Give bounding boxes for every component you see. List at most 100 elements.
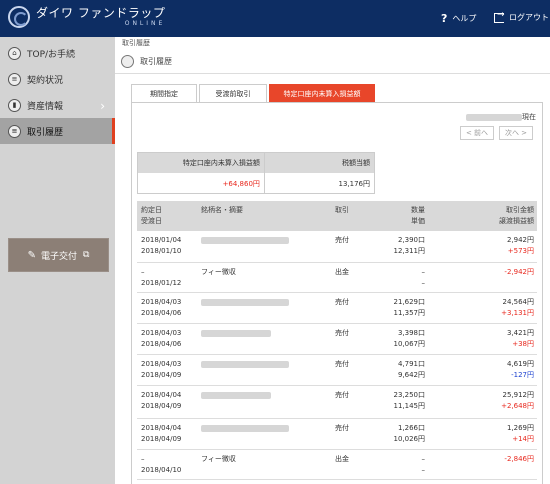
prev-page-button[interactable]: < 前へ xyxy=(460,126,494,140)
sidebar-item-top[interactable]: ⌂ TOP/お手続 xyxy=(0,40,115,66)
unit-price: 10,026円 xyxy=(393,435,426,443)
trade-date: – xyxy=(141,455,145,463)
trade-date: 2018/04/04 xyxy=(141,391,182,399)
redacted-fund-name xyxy=(201,237,289,244)
trade-type: 売付 xyxy=(335,329,349,337)
settle-date: 2018/04/06 xyxy=(141,309,182,317)
redacted-date xyxy=(466,113,522,121)
header-name: 銘柄名・摘要 xyxy=(201,206,243,214)
quantity: 23,250口 xyxy=(393,391,426,399)
unit-price: 12,311円 xyxy=(393,247,426,255)
electronic-delivery-label: 電子交付 xyxy=(40,251,77,262)
tab-unrealized[interactable]: 特定口座内未算入損益額 xyxy=(269,84,375,102)
sidebar: ⌂ TOP/お手続 ≡ 契約状況 ▮ 資産情報 › ≡ 取引履歴 ✎ 電子交付 … xyxy=(0,37,115,484)
unit-price: 10,067円 xyxy=(393,340,426,348)
external-window-icon: ⧉ xyxy=(82,250,90,260)
tab-bar: 期間指定 受渡前取引 特定口座内未算入損益額 xyxy=(131,84,377,102)
as-of-date: 現在 xyxy=(466,112,536,122)
sidebar-item-assets[interactable]: ▮ 資産情報 › xyxy=(0,92,115,118)
redacted-fund-name xyxy=(201,361,289,368)
quantity: 3,398口 xyxy=(397,329,425,337)
top-header: ダイワ ファンドラップ ONLINE ? ヘルプ ログアウト xyxy=(0,0,550,37)
quantity: 1,266口 xyxy=(397,424,425,432)
trade-date: 2018/04/03 xyxy=(141,298,182,306)
history-icon: ≡ xyxy=(8,124,21,138)
sidebar-item-label: TOP/お手続 xyxy=(27,49,76,60)
unit-price: 9,642円 xyxy=(397,371,425,379)
redacted-fund-name xyxy=(201,392,271,399)
unit-price: 11,357円 xyxy=(393,309,426,317)
quantity: – xyxy=(421,268,426,276)
summary-value-gain: +64,860円 xyxy=(222,179,260,188)
header-settle-date: 受渡日 xyxy=(141,217,162,225)
trade-type: 売付 xyxy=(335,424,349,432)
header-qty: 数量 xyxy=(411,206,425,214)
header-trade-date: 約定日 xyxy=(141,206,162,214)
contract-icon: ≡ xyxy=(8,72,21,86)
logo[interactable]: ダイワ ファンドラップ ONLINE xyxy=(8,6,165,28)
table-row: 2018/04/03 2018/04/06 売付 3,398口 10,067円 3,421… xyxy=(137,324,537,355)
trade-date: – xyxy=(141,268,145,276)
next-page-button[interactable]: 次へ > xyxy=(499,126,533,140)
trade-date: 2018/04/03 xyxy=(141,360,182,368)
help-icon: ? xyxy=(441,12,448,25)
trade-type: 出金 xyxy=(335,268,349,276)
table-row: – 2018/01/12 フィー徴収 出金 – – -2,942円 xyxy=(137,263,537,293)
settle-date: 2018/04/10 xyxy=(141,466,182,474)
settle-date: 2018/01/10 xyxy=(141,247,182,255)
table-row: – 2018/04/10 フィー徴収 出金 – – -2,846円 xyxy=(137,450,537,480)
settle-date: 2018/04/09 xyxy=(141,402,182,410)
sidebar-item-label: 契約状況 xyxy=(27,75,64,86)
trade-amount: 24,564円 xyxy=(502,298,535,306)
gain-loss: -2,846円 xyxy=(504,455,534,463)
tab-pending[interactable]: 受渡前取引 xyxy=(199,84,267,102)
logout-icon xyxy=(494,10,505,23)
gain-loss: -2,942円 xyxy=(504,268,534,276)
settle-date: 2018/04/09 xyxy=(141,435,182,443)
table-body: 2018/01/04 2018/01/10 売付 2,390口 12,311円 2,942… xyxy=(137,231,537,480)
summary-header-tax: 税額当額 xyxy=(263,153,374,173)
sidebar-item-label: 資産情報 xyxy=(27,101,64,112)
as-of-label: 現在 xyxy=(522,113,536,121)
help-link[interactable]: ? ヘルプ xyxy=(441,12,476,25)
table-row: 2018/04/04 2018/04/09 売付 23,250口 11,145円 25,9… xyxy=(137,386,537,419)
trade-type: 出金 xyxy=(335,455,349,463)
gain-loss: +2,648円 xyxy=(501,402,534,410)
sidebar-item-label: 取引履歴 xyxy=(27,127,64,138)
unit-price: 11,145円 xyxy=(393,402,426,410)
trade-amount: 4,619円 xyxy=(506,360,534,368)
logo-main-text: ダイワ ファンドラップ xyxy=(36,6,166,20)
trade-date: 2018/04/04 xyxy=(141,424,182,432)
sidebar-item-contract[interactable]: ≡ 契約状況 xyxy=(0,66,115,92)
table-row: 2018/01/04 2018/01/10 売付 2,390口 12,311円 2,942… xyxy=(137,231,537,263)
home-icon: ⌂ xyxy=(8,46,21,60)
unit-price: – xyxy=(421,279,426,287)
header-amount: 取引金額 xyxy=(506,206,534,214)
gain-loss: +14円 xyxy=(512,435,534,443)
summary-header-gain: 特定口座内未算入損益額 xyxy=(182,159,260,167)
sidebar-item-history[interactable]: ≡ 取引履歴 xyxy=(0,118,115,144)
logo-sub-text: ONLINE xyxy=(124,20,166,27)
fund-name: フィー徴収 xyxy=(201,268,236,276)
gain-loss: -127円 xyxy=(511,371,534,379)
history-table: 約定日 受渡日 銘柄名・摘要 取引 数量 単価 取引金額 譲渡損益額 2018/… xyxy=(137,201,537,480)
redacted-fund-name xyxy=(201,330,271,337)
help-label: ヘルプ xyxy=(452,14,477,23)
trade-date: 2018/04/03 xyxy=(141,329,182,337)
tab-period[interactable]: 期間指定 xyxy=(131,84,197,102)
logout-link[interactable]: ログアウト xyxy=(494,10,549,23)
trade-amount: 1,269円 xyxy=(506,424,534,432)
gain-loss: +38円 xyxy=(512,340,534,348)
header-type: 取引 xyxy=(335,206,349,214)
fund-name: フィー徴収 xyxy=(201,455,236,463)
gain-loss: +573円 xyxy=(507,247,534,255)
quantity: 4,791口 xyxy=(397,360,425,368)
settle-date: 2018/01/12 xyxy=(141,279,182,287)
breadcrumb: 取引履歴 xyxy=(122,39,150,47)
electronic-delivery-button[interactable]: ✎ 電子交付 ⧉ xyxy=(8,238,109,272)
chart-icon: ▮ xyxy=(8,98,21,112)
chevron-right-icon: › xyxy=(100,99,105,113)
header-gain: 譲渡損益額 xyxy=(499,217,534,225)
trade-type: 売付 xyxy=(335,236,349,244)
redacted-fund-name xyxy=(201,299,289,306)
